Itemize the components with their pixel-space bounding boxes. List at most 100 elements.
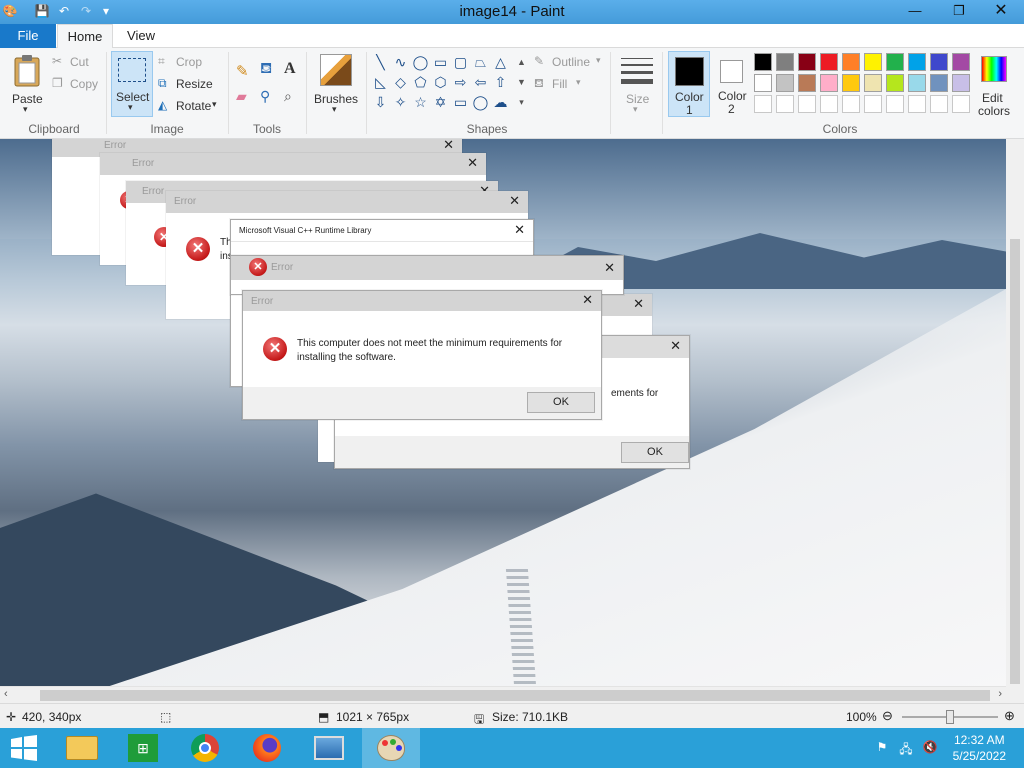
palette-swatch[interactable] [842, 74, 860, 92]
start-button[interactable] [0, 728, 48, 768]
firefox-taskbar[interactable] [238, 728, 296, 768]
down-arrow-shape-icon[interactable]: ⇩ [372, 94, 389, 111]
color1-button[interactable]: Color 1 [668, 51, 710, 117]
text-tool-icon[interactable]: A [284, 60, 296, 78]
oval-shape-icon[interactable]: ◯ [412, 54, 429, 71]
palette-swatch[interactable] [886, 74, 904, 92]
five-point-star-shape-icon[interactable]: ☆ [412, 94, 429, 111]
pentagon-shape-icon[interactable]: ⬠ [412, 74, 429, 91]
cut-button[interactable]: ✂ Cut [52, 53, 98, 71]
scroll-left-icon[interactable]: ‹ [4, 688, 8, 700]
color2-button[interactable]: Color 2 [712, 51, 752, 117]
palette-swatch[interactable] [908, 53, 926, 71]
resize-button[interactable]: ⧉ Resize [158, 75, 218, 93]
custom-color-slot[interactable] [798, 95, 816, 113]
close-button[interactable]: ✕ [978, 0, 1024, 22]
chevron-up-icon[interactable]: ▲ [513, 54, 530, 71]
rotate-button[interactable]: ◭ Rotate ▾ [158, 97, 224, 115]
six-point-star-shape-icon[interactable]: ✡ [432, 94, 449, 111]
chevron-down-icon[interactable]: ▼ [513, 74, 530, 91]
palette-swatch[interactable] [820, 74, 838, 92]
pencil-icon[interactable]: ✎ [236, 62, 249, 80]
store-taskbar[interactable]: ⊞ [114, 728, 172, 768]
rectangle-shape-icon[interactable]: ▭ [432, 54, 449, 71]
curve-shape-icon[interactable]: ∿ [392, 54, 409, 71]
clock[interactable]: 12:32 AM 5/25/2022 [953, 732, 1006, 764]
palette-swatch[interactable] [798, 74, 816, 92]
polygon-shape-icon[interactable]: ⏢ [472, 54, 489, 71]
custom-color-slot[interactable] [776, 95, 794, 113]
outline-button[interactable]: ✎ Outline ▾ [534, 53, 606, 71]
palette-swatch[interactable] [754, 53, 772, 71]
drawing-canvas[interactable]: Error✕ Error✕ ✕ Error✕ ✕ Error✕ ✕ Th ins… [0, 139, 1006, 686]
triangle-shape-icon[interactable]: △ [492, 54, 509, 71]
fill-bucket-icon[interactable]: ⛾ [260, 60, 272, 79]
scroll-right-icon[interactable]: › [998, 688, 1002, 700]
left-arrow-shape-icon[interactable]: ⇦ [472, 74, 489, 91]
callout-rect-shape-icon[interactable]: ▭ [452, 94, 469, 111]
close-icon[interactable]: ✕ [582, 292, 593, 308]
ok-button[interactable]: OK [621, 442, 689, 463]
palette-swatch[interactable] [930, 53, 948, 71]
eraser-icon[interactable]: ▰ [236, 88, 247, 105]
vertical-scrollbar[interactable] [1006, 139, 1024, 703]
zoom-slider[interactable] [902, 710, 998, 724]
color-picker-icon[interactable]: ⚲ [260, 88, 270, 105]
four-point-star-shape-icon[interactable]: ✧ [392, 94, 409, 111]
palette-swatch[interactable] [776, 74, 794, 92]
palette-swatch[interactable] [952, 74, 970, 92]
up-arrow-shape-icon[interactable]: ⇧ [492, 74, 509, 91]
line-shape-icon[interactable]: ╲ [372, 54, 389, 71]
custom-color-slot[interactable] [930, 95, 948, 113]
photos-taskbar[interactable] [300, 728, 358, 768]
action-center-icon[interactable]: ⚑ [874, 740, 890, 756]
restore-button[interactable]: ❐ [944, 0, 974, 22]
horizontal-scroll-thumb[interactable] [40, 690, 990, 701]
chrome-taskbar[interactable] [176, 728, 234, 768]
paint-taskbar[interactable] [362, 728, 420, 768]
palette-swatch[interactable] [754, 74, 772, 92]
expand-gallery-icon[interactable]: ▾ [513, 94, 530, 111]
callout-cloud-shape-icon[interactable]: ☁ [492, 94, 509, 111]
tab-file[interactable]: File [0, 24, 56, 48]
zoom-slider-thumb[interactable] [946, 710, 954, 724]
volume-muted-icon[interactable]: 🔇 [922, 740, 938, 756]
edit-colors-button[interactable]: Edit colors [976, 51, 1012, 118]
minimize-button[interactable]: — [900, 0, 930, 22]
file-explorer-taskbar[interactable] [52, 728, 110, 768]
ok-button[interactable]: OK [527, 392, 595, 413]
tab-view[interactable]: View [114, 24, 168, 48]
hexagon-shape-icon[interactable]: ⬡ [432, 74, 449, 91]
custom-color-slot[interactable] [842, 95, 860, 113]
brushes-button[interactable]: Brushes ▾ [312, 52, 362, 118]
zoom-out-icon[interactable]: ⊖ [882, 708, 893, 724]
custom-color-slot[interactable] [952, 95, 970, 113]
size-button[interactable]: Size ▾ [616, 52, 658, 118]
zoom-in-icon[interactable]: ⊕ [1004, 708, 1015, 724]
shapes-gallery[interactable]: ╲ ∿ ◯ ▭ ▢ ⏢ △ ◺ ◇ ⬠ ⬡ ⇨ ⇦ ⇧ ⇩ ✧ ☆ ✡ ▭ ◯ … [370, 52, 530, 118]
palette-swatch[interactable] [798, 53, 816, 71]
paste-button[interactable]: Paste ▾ [6, 52, 46, 118]
close-icon[interactable]: ✕ [514, 222, 525, 238]
palette-swatch[interactable] [842, 53, 860, 71]
palette-swatch[interactable] [952, 53, 970, 71]
custom-color-slot[interactable] [820, 95, 838, 113]
custom-color-slot[interactable] [864, 95, 882, 113]
palette-swatch[interactable] [864, 53, 882, 71]
custom-color-slot[interactable] [908, 95, 926, 113]
diamond-shape-icon[interactable]: ◇ [392, 74, 409, 91]
tab-home[interactable]: Home [57, 24, 113, 49]
network-icon[interactable]: 🖧 [898, 740, 914, 756]
palette-swatch[interactable] [930, 74, 948, 92]
crop-button[interactable]: ⌗ Crop [158, 53, 218, 71]
fill-button[interactable]: ⛾ Fill ▾ [534, 75, 606, 93]
right-triangle-shape-icon[interactable]: ◺ [372, 74, 389, 91]
custom-color-slot[interactable] [754, 95, 772, 113]
copy-button[interactable]: ❐ Copy [52, 75, 98, 93]
select-button[interactable]: Select ▾ [111, 51, 153, 117]
vertical-scroll-thumb[interactable] [1010, 239, 1020, 684]
horizontal-scrollbar[interactable]: ‹ › [0, 686, 1006, 703]
palette-swatch[interactable] [908, 74, 926, 92]
rounded-rectangle-shape-icon[interactable]: ▢ [452, 54, 469, 71]
palette-swatch[interactable] [820, 53, 838, 71]
